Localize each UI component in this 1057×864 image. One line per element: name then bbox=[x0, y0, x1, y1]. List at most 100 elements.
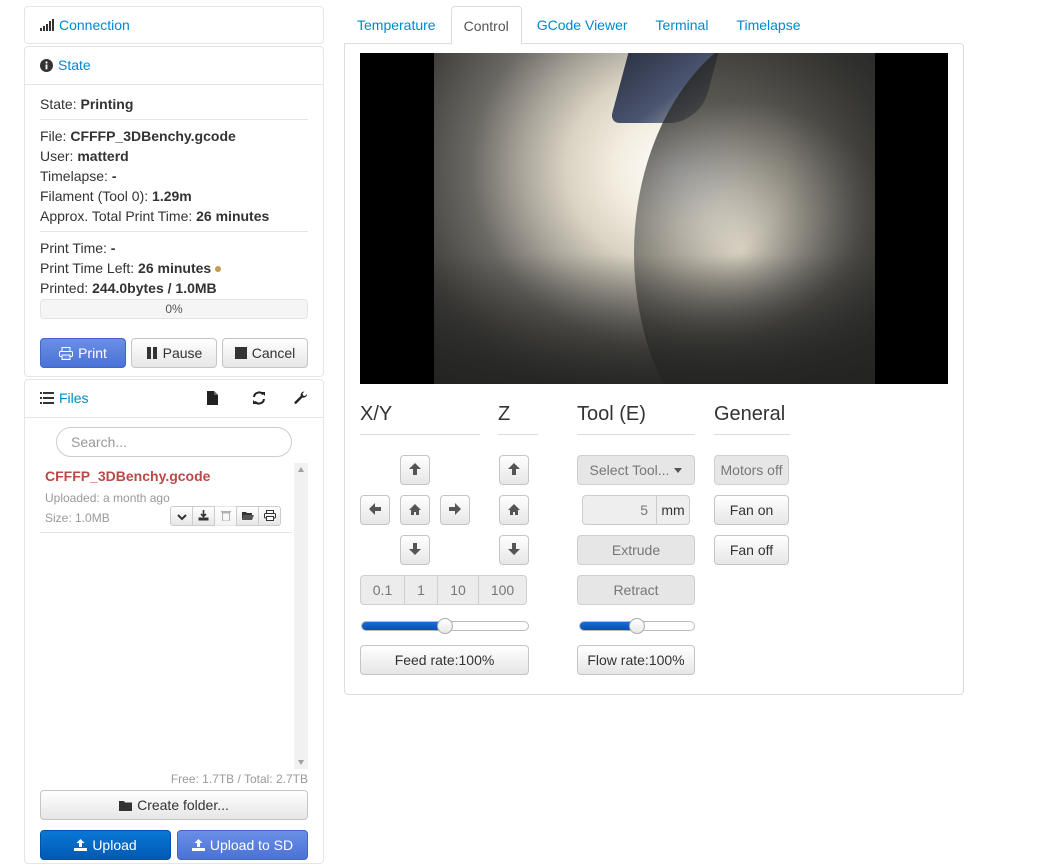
upload-sd-label: Upload to SD bbox=[209, 837, 294, 853]
state-printed: Printed: 244.0bytes / 1.0MB bbox=[40, 280, 217, 296]
fan-off-button[interactable]: Fan off bbox=[714, 535, 789, 565]
arrow-up-icon bbox=[409, 462, 421, 478]
connection-panel: Connection bbox=[24, 6, 324, 44]
x-plus-button[interactable] bbox=[440, 495, 470, 525]
flow-rate-button[interactable]: Flow rate:100% bbox=[577, 645, 695, 675]
select-tool-dropdown[interactable]: Select Tool... bbox=[577, 455, 695, 485]
state-time-left: Print Time Left: 26 minutes bbox=[40, 260, 222, 276]
flow-rate-slider[interactable] bbox=[579, 618, 695, 634]
info-icon bbox=[40, 58, 53, 72]
new-file-icon[interactable] bbox=[204, 390, 220, 406]
estimate-dot-icon[interactable] bbox=[215, 266, 222, 273]
select-tool-label: Select Tool... bbox=[589, 462, 670, 478]
feed-rate-button[interactable]: Feed rate:100% bbox=[360, 645, 529, 675]
motors-off-button[interactable]: Motors off bbox=[714, 455, 789, 485]
trash-icon bbox=[220, 508, 231, 524]
extrude-button[interactable]: Extrude bbox=[577, 535, 695, 565]
feed-rate-slider[interactable] bbox=[361, 618, 529, 634]
state-print-time: Print Time: - bbox=[40, 240, 115, 256]
approx-time-label: Approx. Total Print Time: bbox=[40, 208, 193, 224]
retract-button[interactable]: Retract bbox=[577, 575, 695, 605]
state-title[interactable]: State bbox=[58, 57, 91, 73]
upload-sd-button[interactable]: Upload to SD bbox=[177, 830, 308, 860]
upload-label: Upload bbox=[92, 837, 137, 853]
flow-rate-handle[interactable] bbox=[629, 618, 645, 634]
step-0-1-button[interactable]: 0.1 bbox=[360, 575, 405, 605]
jog-distance-group: 0.1 1 10 100 bbox=[360, 575, 527, 605]
files-title[interactable]: Files bbox=[59, 390, 89, 406]
delete-button[interactable] bbox=[214, 506, 237, 526]
tab-terminal[interactable]: Terminal bbox=[643, 6, 722, 44]
scroll-down-icon[interactable] bbox=[298, 760, 304, 765]
state-filament: Filament (Tool 0): 1.29m bbox=[40, 188, 192, 204]
tab-timelapse[interactable]: Timelapse bbox=[723, 6, 813, 44]
x-minus-button[interactable] bbox=[360, 495, 390, 525]
connection-title[interactable]: Connection bbox=[59, 17, 130, 33]
cancel-button[interactable]: Cancel bbox=[222, 338, 308, 368]
user-value: matterd bbox=[77, 148, 129, 164]
tab-control[interactable]: Control bbox=[450, 6, 522, 45]
feed-rate-fill bbox=[362, 622, 445, 630]
file-uploaded: Uploaded: a month ago bbox=[45, 491, 170, 505]
pause-icon bbox=[146, 347, 158, 359]
scroll-up-icon[interactable] bbox=[298, 467, 304, 472]
time-left-value: 26 minutes bbox=[138, 260, 212, 276]
extrude-unit: mm bbox=[656, 495, 690, 525]
user-label: User: bbox=[40, 148, 74, 164]
arrow-right-icon bbox=[449, 502, 461, 518]
create-folder-button[interactable]: Create folder... bbox=[40, 790, 308, 820]
arrow-down-icon bbox=[409, 542, 421, 558]
divider bbox=[498, 434, 538, 435]
state-label: State: bbox=[40, 96, 77, 112]
step-10-button[interactable]: 10 bbox=[437, 575, 479, 605]
list-icon bbox=[40, 392, 54, 404]
webcam-image bbox=[434, 53, 875, 384]
upload-button[interactable]: Upload bbox=[40, 830, 171, 860]
z-home-button[interactable] bbox=[499, 495, 529, 525]
step-100-button[interactable]: 100 bbox=[478, 575, 527, 605]
chevron-down-icon bbox=[176, 508, 187, 524]
divider bbox=[360, 434, 480, 435]
print-button[interactable]: Print bbox=[40, 338, 126, 368]
general-heading: General bbox=[714, 403, 786, 425]
divider bbox=[40, 231, 308, 232]
file-search-input[interactable] bbox=[56, 427, 292, 457]
y-plus-button[interactable] bbox=[400, 455, 430, 485]
state-panel: State State: Printing File: CFFFP_3DBenc… bbox=[24, 46, 324, 377]
z-plus-button[interactable] bbox=[499, 455, 529, 485]
signal-icon bbox=[40, 19, 54, 31]
wrench-icon[interactable] bbox=[293, 390, 309, 406]
download-button[interactable] bbox=[192, 506, 215, 526]
home-icon bbox=[409, 502, 421, 518]
expand-button[interactable] bbox=[170, 506, 193, 526]
xy-home-button[interactable] bbox=[400, 495, 430, 525]
print-time-label: Print Time: bbox=[40, 240, 107, 256]
refresh-icon[interactable] bbox=[251, 390, 267, 406]
divider bbox=[40, 119, 308, 120]
connection-header[interactable]: Connection bbox=[25, 7, 323, 43]
step-1-button[interactable]: 1 bbox=[404, 575, 438, 605]
y-minus-button[interactable] bbox=[400, 535, 430, 565]
state-value: Printing bbox=[80, 96, 134, 112]
tab-temperature[interactable]: Temperature bbox=[344, 6, 449, 44]
z-heading: Z bbox=[498, 403, 511, 425]
z-minus-button[interactable] bbox=[499, 535, 529, 565]
state-header[interactable]: State bbox=[25, 47, 323, 83]
arrow-left-icon bbox=[369, 502, 381, 518]
file-list-scrollbar[interactable] bbox=[294, 463, 308, 769]
pause-button[interactable]: Pause bbox=[131, 338, 217, 368]
stop-icon bbox=[234, 347, 247, 359]
timelapse-label: Timelapse: bbox=[40, 168, 108, 184]
load-button[interactable] bbox=[236, 506, 259, 526]
feed-rate-handle[interactable] bbox=[437, 618, 453, 634]
load-and-print-button[interactable] bbox=[258, 506, 281, 526]
fan-on-button[interactable]: Fan on bbox=[714, 495, 789, 525]
printed-label: Printed: bbox=[40, 280, 89, 296]
extrude-amount-input[interactable] bbox=[582, 495, 657, 525]
divider bbox=[40, 532, 292, 533]
file-name[interactable]: CFFFP_3DBenchy.gcode bbox=[45, 468, 210, 484]
tab-gcode-viewer[interactable]: GCode Viewer bbox=[524, 6, 641, 44]
files-header[interactable]: Files bbox=[25, 380, 323, 416]
state-file: File: CFFFP_3DBenchy.gcode bbox=[40, 128, 236, 144]
state-timelapse: Timelapse: - bbox=[40, 168, 117, 184]
